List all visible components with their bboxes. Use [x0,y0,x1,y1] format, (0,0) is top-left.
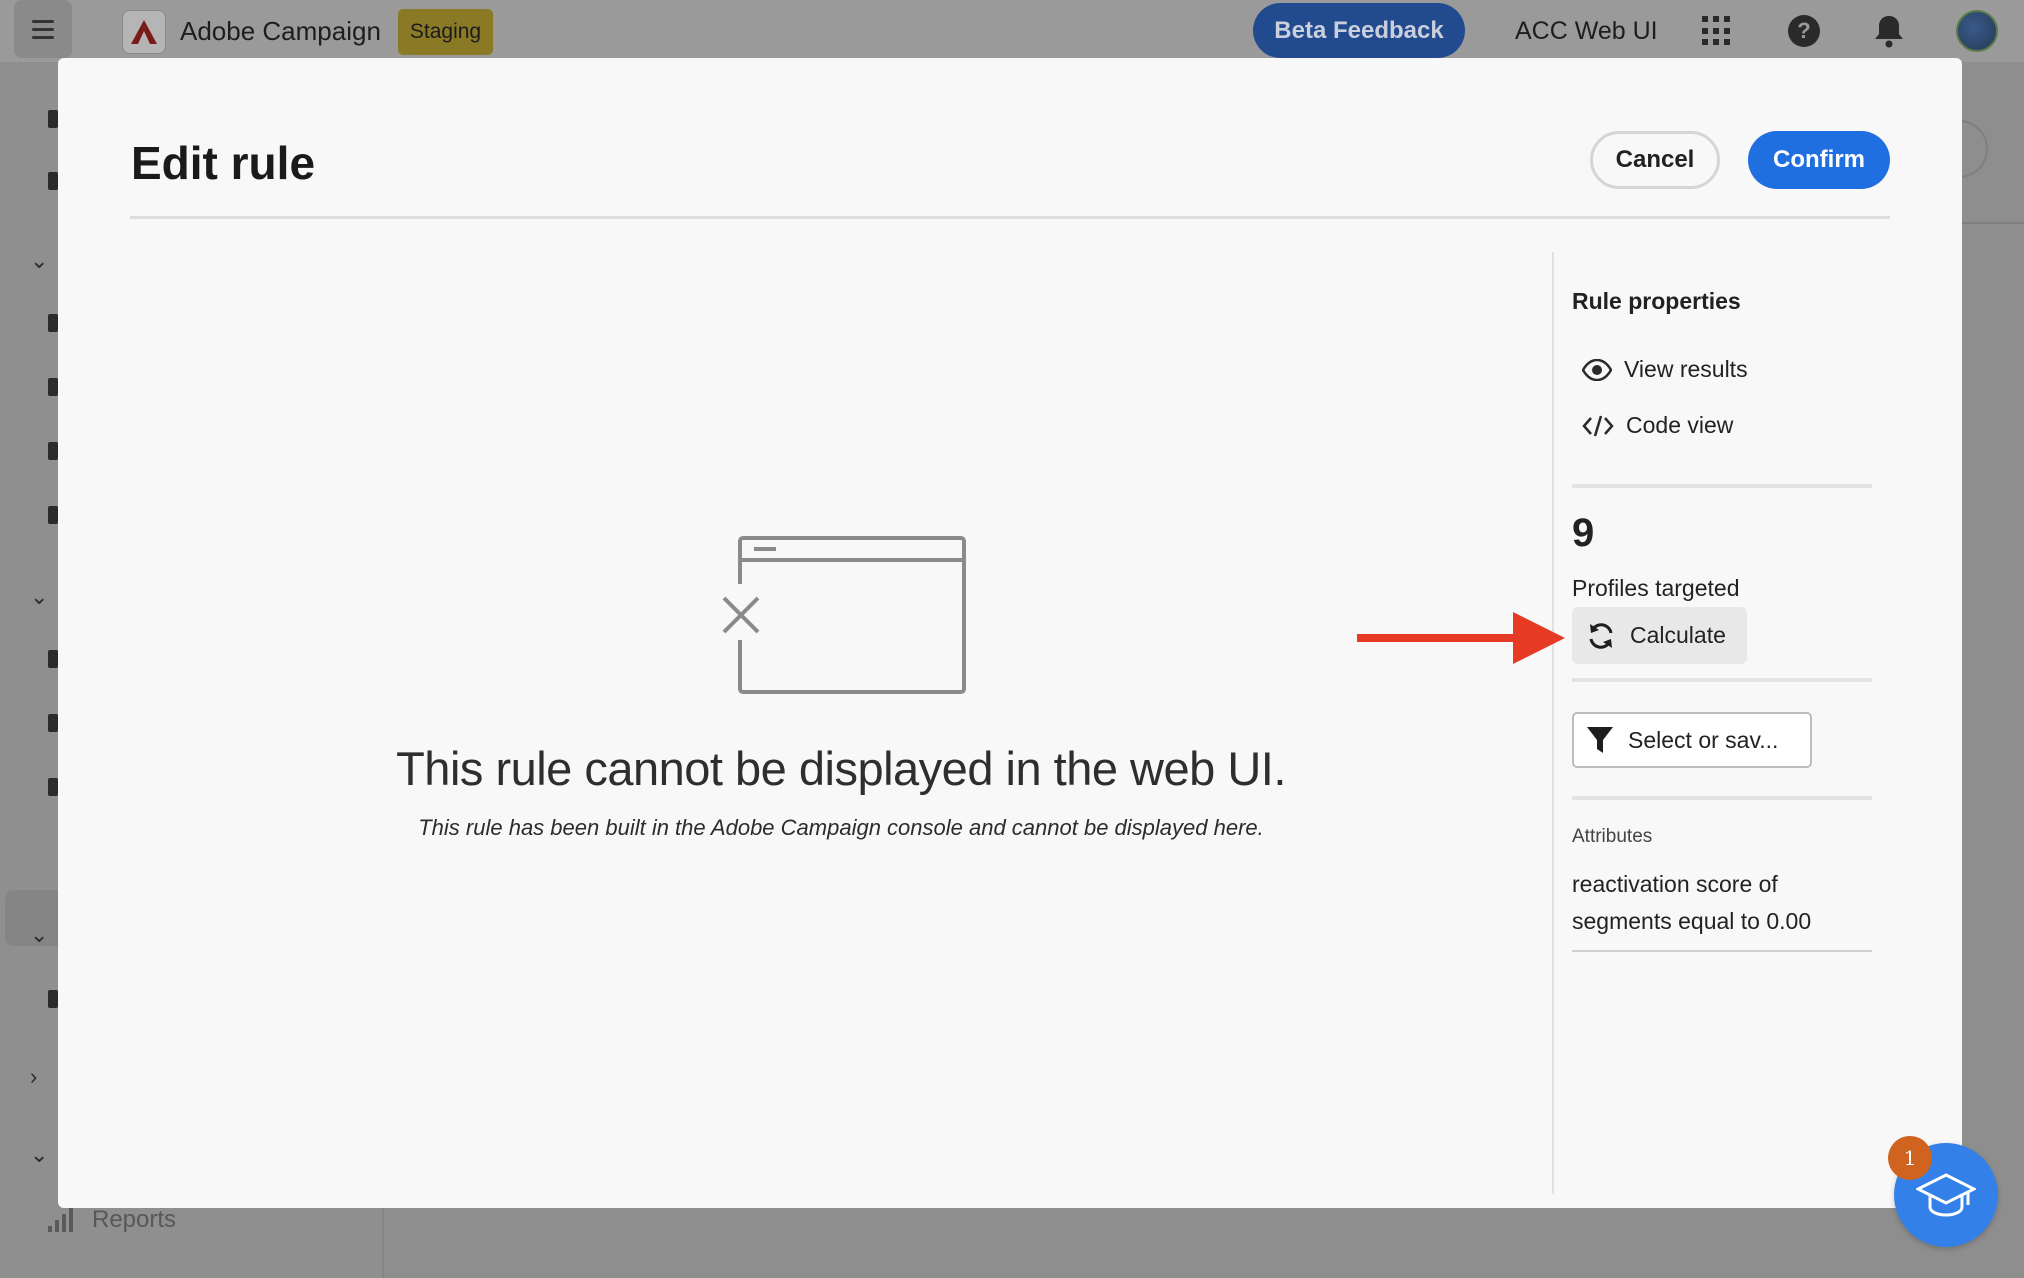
calculate-button[interactable]: Calculate [1572,607,1747,664]
view-results-label: View results [1624,356,1748,382]
header-divider [130,216,1890,219]
select-filter-button[interactable]: Select or sav... [1572,712,1812,768]
sidebar-item-icon[interactable] [48,778,58,796]
brand-name: Adobe Campaign [180,16,381,46]
attributes-divider [1572,950,1872,952]
sidebar-home-icon[interactable] [48,110,58,128]
sidebar-item-icon[interactable] [48,172,58,190]
profiles-count: 9 [1572,511,1595,555]
panel-divider [1572,796,1872,800]
sidebar-item-reports[interactable]: Reports [48,1206,176,1234]
code-icon [1582,415,1614,436]
attributes-label: Attributes [1572,826,1653,847]
adobe-logo-icon [122,10,166,54]
apps-grid-icon[interactable] [1702,16,1732,46]
chevron-down-icon[interactable]: ⌄ [30,248,52,273]
sidebar-item-icon[interactable] [48,314,58,332]
code-view-link[interactable]: Code view [1582,412,1733,439]
confirm-button[interactable]: Confirm [1748,131,1890,189]
background-divider [1960,222,2024,224]
attributes-value: reactivation score of segments equal to … [1572,871,1812,934]
annotation-arrow-icon [1357,612,1565,664]
sidebar-item-icon[interactable] [48,378,58,396]
filter-label: Select or sav... [1628,726,1779,753]
empty-state-title: This rule cannot be displayed in the web… [396,742,1286,795]
chevron-down-icon[interactable]: ⌄ [30,922,52,947]
sidebar-item-label: Reports [92,1206,177,1233]
beta-feedback-button[interactable]: Beta Feedback [1253,3,1465,58]
refresh-icon [1589,622,1613,649]
view-results-link[interactable]: View results [1582,356,1748,383]
chevron-down-icon[interactable]: ⌄ [30,1142,52,1167]
help-icon[interactable]: ? [1788,15,1820,47]
empty-state-subtitle: This rule has been built in the Adobe Ca… [418,815,1264,840]
bell-icon[interactable] [1873,14,1905,48]
sidebar-item-icon[interactable] [48,714,58,732]
filter-icon [1587,727,1613,753]
sidebar-item-icon[interactable] [48,506,58,524]
avatar[interactable] [1956,10,1998,52]
panel-divider [1552,252,1554,1194]
org-switcher[interactable]: ACC Web UI [1515,17,1658,46]
calculate-label: Calculate [1630,622,1726,648]
hamburger-icon[interactable] [14,0,72,58]
reports-icon [48,1208,78,1232]
dialog-title: Edit rule [131,137,316,189]
sidebar-item-icon[interactable] [48,990,58,1008]
profiles-targeted-label: Profiles targeted [1572,575,1740,601]
broken-window-icon [718,536,966,694]
graduation-cap-icon [1916,1173,1976,1217]
eye-icon [1582,358,1612,381]
chevron-down-icon[interactable]: ⌄ [30,584,52,609]
panel-divider [1572,484,1872,488]
sidebar-item-icon[interactable] [48,442,58,460]
chevron-right-icon[interactable]: › [30,1064,52,1089]
code-view-label: Code view [1626,412,1734,438]
environment-badge: Staging [398,9,493,55]
sidebar-item-icon[interactable] [48,650,58,668]
panel-divider [1572,678,1872,682]
notification-badge: 1 [1888,1136,1932,1180]
cancel-button[interactable]: Cancel [1590,131,1720,189]
rule-properties-title: Rule properties [1572,288,1741,314]
top-bar: Adobe Campaign Staging Beta Feedback ACC… [0,0,2024,62]
edit-rule-dialog: Edit rule Cancel Confirm This rule canno… [58,58,1962,1208]
